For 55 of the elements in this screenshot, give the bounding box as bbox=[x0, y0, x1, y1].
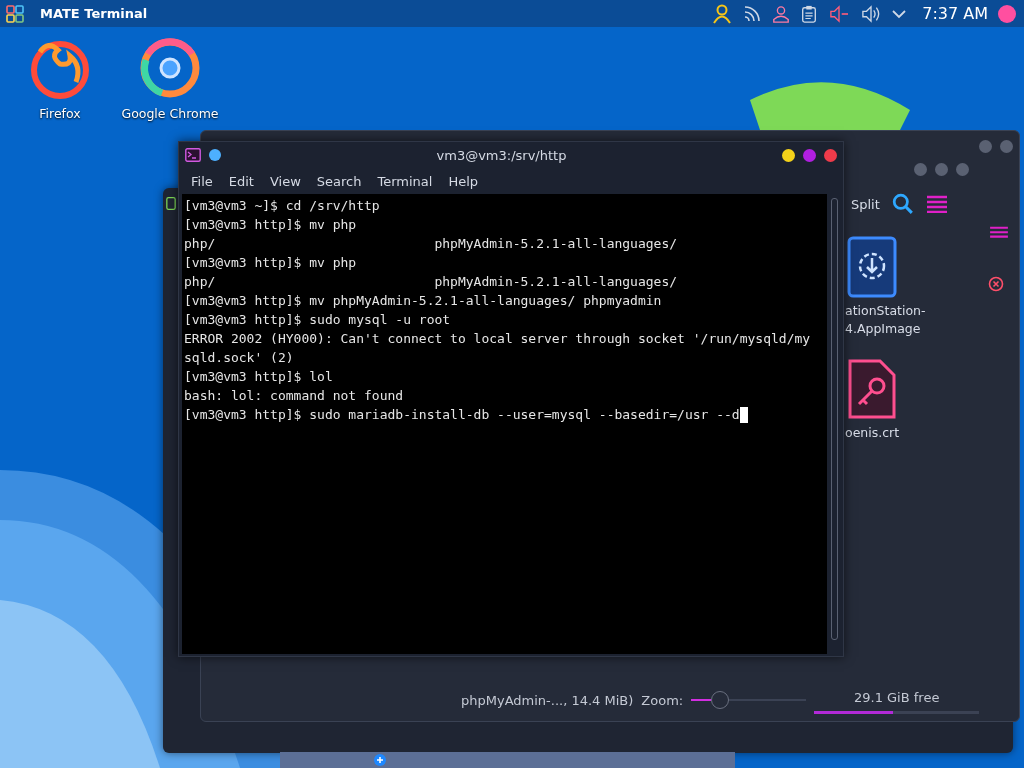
person-icon[interactable] bbox=[772, 4, 791, 23]
terminal-line: [vm3@vm3 http]$ lol bbox=[184, 368, 333, 386]
chevron-down-icon[interactable] bbox=[892, 8, 907, 19]
slider-handle[interactable] bbox=[710, 691, 729, 709]
window-title: vm3@vm3:/srv/http bbox=[435, 147, 568, 163]
free-space-text: 29.1 GiB free bbox=[853, 690, 940, 705]
terminal-line: [vm3@vm3 http]$ sudo mysql -u root bbox=[184, 311, 451, 329]
terminal-line: [vm3@vm3 http]$ mv php bbox=[184, 254, 357, 272]
menu-item[interactable]: Help bbox=[448, 173, 479, 189]
terminal-window-icon bbox=[166, 196, 176, 211]
terminal-line: php/ phpMyAdmin-5.2.1-all-languages/ bbox=[184, 273, 678, 291]
active-app-title: MATE Terminal bbox=[40, 6, 148, 21]
close-button[interactable] bbox=[824, 148, 837, 162]
search-icon[interactable] bbox=[891, 193, 914, 215]
window-controls-icon[interactable] bbox=[914, 163, 969, 176]
desktop-icon-label[interactable]: Google Chrome bbox=[121, 106, 219, 121]
terminal-line: [vm3@vm3 http]$ mv phpMyAdmin-5.2.1-all-languages/ phpmyadmin bbox=[184, 292, 662, 310]
menu-item[interactable]: File bbox=[191, 173, 213, 189]
terminal-line: sqld.sock' (2) bbox=[184, 349, 294, 367]
close-icon[interactable] bbox=[988, 276, 1004, 292]
pin-icon[interactable] bbox=[209, 149, 221, 161]
scrollbar[interactable] bbox=[827, 194, 841, 654]
minimize-button[interactable] bbox=[782, 148, 795, 162]
terminal-line: [vm3@vm3 http]$ sudo mariadb-install-db --user=mysql --basedir=/usr --d bbox=[184, 406, 740, 424]
terminal-line: ERROR 2002 (HY000): Can't connect to local server through socket '/run/mysqld/my bbox=[184, 330, 811, 348]
zoom-label: Zoom: bbox=[641, 692, 684, 708]
terminal-line: [vm3@vm3 ~]$ cd /srv/http bbox=[184, 197, 380, 215]
file-name[interactable]: ationStation- bbox=[845, 302, 926, 320]
user-icon[interactable] bbox=[712, 3, 733, 24]
menu-item[interactable]: Edit bbox=[228, 173, 254, 189]
terminal-line: php/ phpMyAdmin-5.2.1-all-languages/ bbox=[184, 235, 678, 253]
zoom-slider[interactable] bbox=[691, 691, 807, 709]
clipboard-icon[interactable] bbox=[800, 4, 819, 23]
rss-icon[interactable] bbox=[742, 3, 763, 24]
desktop-icon-label[interactable]: Firefox bbox=[39, 106, 81, 121]
menu-item[interactable]: Terminal bbox=[377, 173, 433, 189]
menu-icon[interactable] bbox=[925, 195, 948, 213]
terminal-icon bbox=[185, 148, 201, 162]
maximize-button[interactable] bbox=[803, 148, 816, 162]
key-file-icon[interactable] bbox=[847, 358, 897, 420]
clock[interactable]: 7:37 AM bbox=[922, 4, 988, 23]
microphone-muted-icon[interactable] bbox=[828, 4, 851, 23]
window-controls-icon[interactable] bbox=[979, 140, 1013, 153]
avatar-icon[interactable] bbox=[998, 4, 1016, 23]
split-button[interactable]: Split bbox=[851, 196, 880, 212]
menu-item[interactable]: Search bbox=[316, 173, 362, 189]
status-text: phpMyAdmin-..., 14.4 MiB) bbox=[461, 692, 634, 708]
apps-menu-icon[interactable] bbox=[6, 4, 24, 23]
terminal-line: [vm3@vm3 http]$ mv php bbox=[184, 216, 357, 234]
file-name[interactable]: oenis.crt bbox=[845, 424, 900, 442]
ring-logo-icon[interactable] bbox=[138, 36, 202, 100]
file-name[interactable]: 4.AppImage bbox=[845, 320, 921, 338]
plus-icon[interactable] bbox=[374, 754, 386, 766]
terminal-line: bash: lol: command not found bbox=[184, 387, 404, 405]
menu-item[interactable]: View bbox=[269, 173, 301, 189]
